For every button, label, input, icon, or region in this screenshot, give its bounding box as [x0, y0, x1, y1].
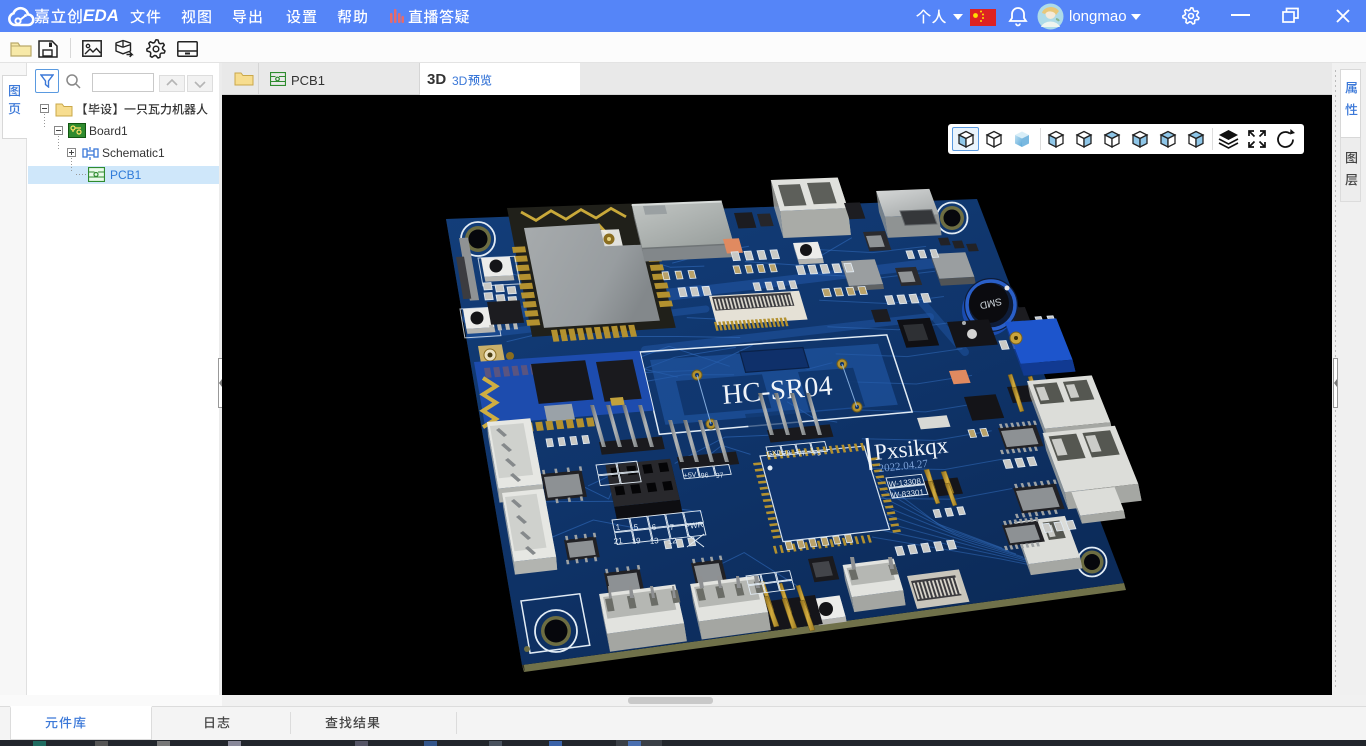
svg-text:78: 78	[782, 450, 791, 458]
svg-text:97: 97	[715, 472, 724, 480]
svg-text:96: 96	[700, 472, 709, 480]
svg-text:77: 77	[797, 450, 806, 458]
svg-text:12: 12	[667, 536, 677, 546]
svg-text:13: 13	[649, 536, 659, 546]
svg-text:GX0: GX0	[766, 450, 781, 458]
svg-text:+5: +5	[812, 450, 821, 458]
svg-text:21: 21	[613, 536, 623, 546]
svg-text:19: 19	[631, 536, 641, 546]
svg-text:+5V: +5V	[683, 472, 697, 480]
